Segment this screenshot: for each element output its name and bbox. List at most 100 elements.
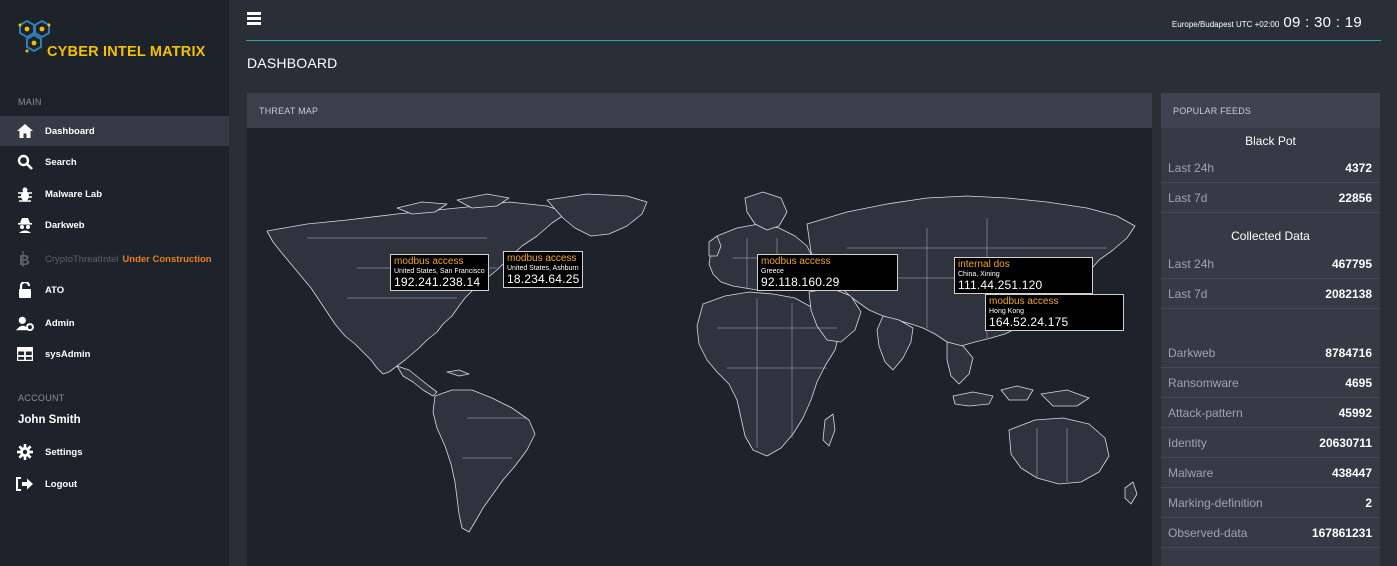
feed-key: Last 24h <box>1168 160 1215 175</box>
threat-map-panel: THREAT MAP modbus access United States, … <box>247 93 1152 566</box>
threat-location: China, Xining <box>958 271 1000 278</box>
user-name: John Smith <box>18 414 81 426</box>
page-title: DASHBOARD <box>247 55 338 71</box>
sidebar-item-label: Darkweb <box>45 219 85 231</box>
sidebar-item-admin[interactable]: Admin <box>0 308 229 338</box>
clock: 09 : 30 : 19 <box>1283 14 1362 31</box>
threat-ip: 192.241.238.14 <box>394 275 481 289</box>
grid-icon <box>16 345 34 363</box>
under-construction-badge: Under Construction <box>122 253 212 265</box>
threat-type: modbus access <box>507 253 577 264</box>
feed-key: Observed-data <box>1168 525 1248 540</box>
feed-key: Last 24h <box>1168 256 1215 271</box>
feed-value: 45992 <box>1338 405 1372 420</box>
popular-feeds-header: POPULAR FEEDS <box>1161 93 1380 128</box>
sidebar-item-dashboard[interactable]: Dashboard <box>0 116 229 146</box>
popular-feeds-panel: POPULAR FEEDS Black Pot Last 24h 4372 La… <box>1161 93 1380 566</box>
feed-row: Darkweb 8784716 <box>1161 338 1380 368</box>
feed-key: Malware <box>1168 465 1214 480</box>
threat-location: Greece <box>761 268 784 275</box>
spy-icon <box>16 216 34 234</box>
sidebar-item-darkweb[interactable]: Darkweb <box>0 210 229 240</box>
threat-type: internal dos <box>958 259 1010 270</box>
logo[interactable]: CYBER INTEL MATRIX <box>0 0 229 80</box>
feed-key: Marking-definition <box>1168 495 1263 510</box>
sidebar-item-label: Search <box>45 156 77 168</box>
topbar-divider <box>246 40 1381 41</box>
feed-key: Last 7d <box>1168 286 1208 301</box>
sidebar: CYBER INTEL MATRIX MAIN Dashboard Search… <box>0 0 229 566</box>
threat-popup[interactable]: modbus access Greece 92.118.160.29 <box>757 254 898 291</box>
app: CYBER INTEL MATRIX MAIN Dashboard Search… <box>0 0 1397 566</box>
search-icon <box>16 153 34 171</box>
sidebar-item-label: Settings <box>45 446 83 458</box>
bug-icon <box>16 185 34 203</box>
feed-value: 2082138 <box>1325 286 1372 301</box>
sidebar-item-ato[interactable]: ATO <box>0 275 229 305</box>
threat-ip: 92.118.160.29 <box>761 275 840 289</box>
sidebar-item-cryptothreatintel[interactable]: B CryptoThreatIntel Under Construction <box>0 244 229 274</box>
bitcoin-icon: B <box>16 250 34 268</box>
feed-key: Attack-pattern <box>1168 405 1243 420</box>
feed-value: 2 <box>1365 495 1372 510</box>
sidebar-item-malware-lab[interactable]: Malware Lab <box>0 179 229 209</box>
sidebar-item-search[interactable]: Search <box>0 147 229 177</box>
threat-type: modbus access <box>761 256 831 267</box>
svg-text:B: B <box>19 252 30 267</box>
feed-row: Attack-pattern 45992 <box>1161 398 1380 428</box>
home-icon <box>16 122 34 140</box>
threat-popup[interactable]: modbus access Hong Kong 164.52.24.175 <box>985 294 1124 331</box>
feed-row: Last 24h 467795 <box>1161 249 1380 279</box>
threat-ip: 164.52.24.175 <box>989 315 1069 329</box>
threat-popup[interactable]: modbus access United States, San Francis… <box>390 254 489 291</box>
feed-row: Malware 438447 <box>1161 458 1380 488</box>
threat-ip: 111.44.251.120 <box>958 278 1043 292</box>
feed-value: 438447 <box>1331 465 1372 480</box>
main-section-label: MAIN <box>18 97 42 107</box>
feed-value: 22856 <box>1338 190 1372 205</box>
sidebar-item-settings[interactable]: Settings <box>0 437 229 467</box>
feeds-spacer <box>1161 309 1380 338</box>
threat-location: United States, Ashburn <box>507 265 579 272</box>
threat-location: United States, San Francisco <box>394 268 485 275</box>
feed-key: Last 7d <box>1168 190 1208 205</box>
brand-name: CYBER INTEL MATRIX <box>47 44 206 60</box>
sidebar-item-sysadmin[interactable]: sysAdmin <box>0 339 229 369</box>
feed-row: Identity 20630711 <box>1161 428 1380 458</box>
top-bar: Europe/Budapest UTC +02:00 09 : 30 : 19 <box>229 0 1397 42</box>
sidebar-item-label: CryptoThreatIntel <box>45 253 119 265</box>
feed-row: Last 7d 2082138 <box>1161 279 1380 309</box>
threat-type: modbus access <box>394 256 464 267</box>
feed-key: Identity <box>1168 435 1207 450</box>
feed-key: Ransomware <box>1168 375 1239 390</box>
sidebar-item-logout[interactable]: Logout <box>0 469 229 499</box>
feed-value: 4372 <box>1345 160 1372 175</box>
sidebar-item-label: Logout <box>45 478 78 490</box>
gear-icon <box>16 443 34 461</box>
feed-row: Ransomware 4695 <box>1161 368 1380 398</box>
feed-row: Observed-data 167861231 <box>1161 518 1380 548</box>
threat-popup[interactable]: modbus access United States, Ashburn 18.… <box>503 251 584 288</box>
threat-map-header: THREAT MAP <box>247 93 1152 128</box>
timezone-label: Europe/Budapest UTC +02:00 <box>1171 20 1280 29</box>
black-pot-title: Black Pot <box>1245 133 1296 148</box>
sidebar-item-label: sysAdmin <box>45 348 91 360</box>
clock-area: Europe/Budapest UTC +02:00 09 : 30 : 19 <box>1172 14 1362 31</box>
feed-value: 467795 <box>1331 256 1372 271</box>
sidebar-item-label: Dashboard <box>45 125 95 137</box>
feed-value: 167861231 <box>1311 525 1372 540</box>
feed-value: 4695 <box>1345 375 1372 390</box>
logout-icon <box>16 475 34 493</box>
users-cog-icon <box>16 314 34 332</box>
account-section-label: ACCOUNT <box>18 393 65 403</box>
threat-popup[interactable]: internal dos China, Xining 111.44.251.12… <box>954 257 1093 294</box>
sidebar-item-label: Admin <box>45 317 75 329</box>
feed-value: 20630711 <box>1319 435 1372 450</box>
world-map[interactable] <box>247 128 1152 566</box>
unlock-icon <box>16 281 34 299</box>
sidebar-item-label: Malware Lab <box>45 188 103 200</box>
threat-location: Hong Kong <box>989 308 1025 315</box>
feed-row: Marking-definition 2 <box>1161 488 1380 518</box>
feed-row: Last 7d 22856 <box>1161 183 1380 213</box>
hamburger-menu-icon[interactable] <box>247 12 261 25</box>
